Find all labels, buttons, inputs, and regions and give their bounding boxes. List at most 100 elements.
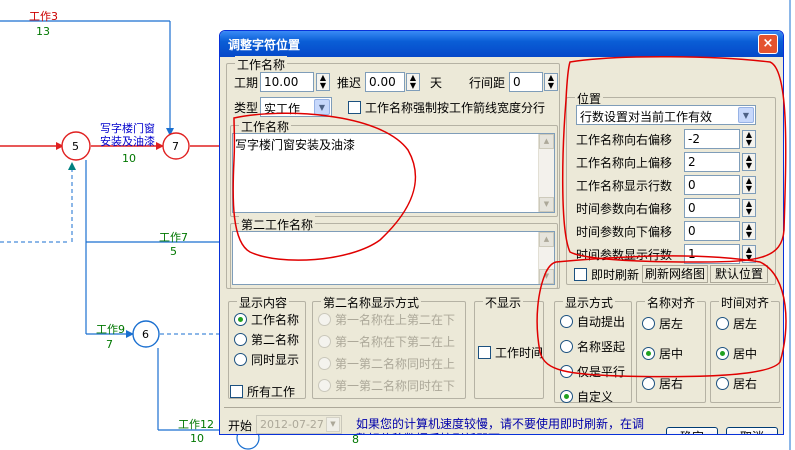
node7-label: 7 [172, 140, 179, 153]
work-time-checkbox[interactable]: 工作时间 [478, 344, 543, 361]
name-align-radio-label: 居中 [659, 347, 684, 361]
work-top-label-2: 安装及油漆 [100, 135, 155, 148]
checkbox-box [230, 385, 243, 398]
display-mode-radio[interactable]: 自定义 [560, 388, 613, 405]
offset-row-label: 时间参数显示行数 [576, 248, 673, 262]
display-mode-radio[interactable]: 名称竖起 [560, 338, 625, 355]
checkbox-box [574, 268, 587, 281]
display-content-radio-label: 工作名称 [251, 313, 300, 327]
offset-row-input[interactable]: 0 [684, 175, 740, 195]
delay-spinner[interactable]: ▲ ▼ [406, 73, 420, 91]
position-mode-value: 行数设置对当前工作有效 [580, 110, 713, 124]
offset-row-spinner[interactable]: ▲ ▼ [742, 222, 756, 240]
time-align-radio[interactable]: 居左 [716, 315, 757, 332]
time-align-radio-label: 居右 [733, 377, 758, 391]
close-button[interactable]: × [758, 34, 778, 54]
second-name-textarea[interactable]: ▲ ▼ [232, 231, 555, 285]
work-name-scrollbar[interactable]: ▲ ▼ [538, 134, 554, 212]
radio-dot [234, 313, 247, 326]
row-spacing-spinner[interactable]: ▲ ▼ [544, 73, 558, 91]
dialog-title: 调整字符位置 [228, 38, 301, 52]
type-select[interactable]: 实工作 ▼ [260, 97, 332, 117]
dialog-titlebar[interactable]: 调整字符位置 [220, 31, 783, 57]
display-content-radio[interactable]: 第二名称 [234, 331, 299, 348]
force-width-label: 工作名称强制按工作箭线宽度分行 [365, 101, 546, 115]
cancel-button[interactable]: 取消 [726, 427, 778, 434]
delay-label: 推迟 [337, 76, 362, 90]
refresh-diagram-button[interactable]: 刷新网络图 [642, 265, 708, 283]
offset-row-label: 时间参数向下偏移 [576, 225, 673, 239]
position-mode-select[interactable]: 行数设置对当前工作有效 ▼ [576, 105, 756, 125]
display-content-radio[interactable]: 工作名称 [234, 311, 299, 328]
display-content-legend: 显示内容 [237, 294, 290, 311]
radio-dot [642, 347, 655, 360]
radio-dot [234, 333, 247, 346]
second-name-scrollbar[interactable]: ▲ ▼ [538, 232, 554, 284]
name-align-radio-label: 居右 [659, 377, 684, 391]
offset-row-input[interactable]: 0 [684, 198, 740, 218]
adjust-text-position-dialog: 调整字符位置 × 工作名称 工期 10.00 ▲ ▼ 推迟 0.00 ▲ ▼ 天 行… [219, 30, 784, 435]
display-content-radio-label: 第二名称 [251, 333, 300, 347]
ok-button[interactable]: 确定 [666, 427, 718, 434]
work-name-group-legend: 工作名称 [235, 56, 288, 73]
work12-duration: 10 [190, 432, 204, 445]
offset-row-input[interactable]: 2 [684, 152, 740, 172]
name-align-radio[interactable]: 居中 [642, 345, 683, 362]
work-name-textarea-value: 写字楼门窗安装及油漆 [235, 138, 356, 152]
offset-row-spinner[interactable]: ▲ ▼ [742, 176, 756, 194]
work9-label: 工作9 [96, 323, 125, 336]
second-name-display-legend: 第二名称显示方式 [321, 294, 422, 311]
scroll-up-icon[interactable]: ▲ [539, 134, 554, 149]
offset-row-input[interactable]: 0 [684, 221, 740, 241]
node6-label: 6 [142, 328, 149, 341]
duration-input[interactable]: 10.00 [260, 72, 314, 92]
display-mode-radio-label: 仅是平行 [577, 365, 626, 379]
instant-refresh-checkbox[interactable]: 即时刷新 [574, 266, 639, 283]
second-name-display-radio-label: 第一名称在上第二在下 [335, 313, 456, 327]
instant-refresh-label: 即时刷新 [591, 268, 640, 282]
offset-row-spinner[interactable]: ▲ ▼ [742, 130, 756, 148]
force-width-checkbox[interactable]: 工作名称强制按工作箭线宽度分行 [348, 99, 545, 116]
scroll-up-icon[interactable]: ▲ [539, 232, 554, 247]
radio-dot [560, 315, 573, 328]
name-align-radio-label: 居左 [659, 317, 684, 331]
work3-label: 工作3 [29, 10, 58, 23]
time-align-radio[interactable]: 居中 [716, 345, 757, 362]
duration-spinner[interactable]: ▲ ▼ [316, 73, 330, 91]
display-mode-radio[interactable]: 仅是平行 [560, 363, 625, 380]
display-mode-radio-label: 名称竖起 [577, 340, 626, 354]
time-align-radio-label: 居左 [733, 317, 758, 331]
scroll-down-icon[interactable]: ▼ [539, 197, 554, 212]
work9-duration: 7 [106, 338, 113, 351]
offset-row-spinner[interactable]: ▲ ▼ [742, 199, 756, 217]
chevron-down-icon: ▼ [738, 107, 754, 123]
offset-row-spinner[interactable]: ▲ ▼ [742, 153, 756, 171]
offset-row-label: 时间参数向右偏移 [576, 202, 673, 216]
start-date-picker[interactable]: 2012-07-27 ▼ [256, 415, 342, 434]
time-align-legend: 时间对齐 [719, 294, 772, 311]
offset-row-input[interactable]: -2 [684, 129, 740, 149]
delay-input[interactable]: 0.00 [365, 72, 405, 92]
checkbox-box [478, 346, 491, 359]
radio-dot [716, 317, 729, 330]
name-align-radio[interactable]: 居左 [642, 315, 683, 332]
start-date-value: 2012-07-27 [260, 418, 324, 431]
radio-dot [318, 313, 331, 326]
name-align-radio[interactable]: 居右 [642, 375, 683, 392]
second-name-display-radio: 第一名称在下第二在上 [318, 333, 455, 350]
offset-row-spinner[interactable]: ▲ ▼ [742, 245, 756, 263]
work12-label: 工作12 [178, 418, 214, 431]
scroll-down-icon[interactable]: ▼ [539, 269, 554, 284]
default-position-button[interactable]: 默认位置 [710, 265, 768, 283]
radio-dot [716, 347, 729, 360]
display-mode-legend: 显示方式 [563, 294, 616, 311]
row-spacing-input[interactable]: 0 [509, 72, 543, 92]
time-align-radio[interactable]: 居右 [716, 375, 757, 392]
all-works-checkbox[interactable]: 所有工作 [230, 383, 295, 400]
display-content-radio[interactable]: 同时显示 [234, 351, 299, 368]
radio-dot [234, 353, 247, 366]
display-mode-radio[interactable]: 自动提出 [560, 313, 625, 330]
offset-row-input[interactable]: 1 [684, 244, 740, 264]
work-name-textarea[interactable]: 写字楼门窗安装及油漆 ▲ ▼ [232, 133, 555, 213]
display-mode-radio-label: 自动提出 [577, 315, 626, 329]
